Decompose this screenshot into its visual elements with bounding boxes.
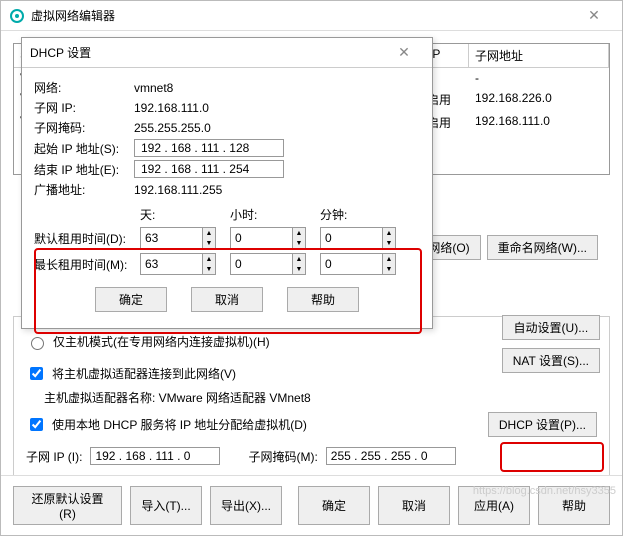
mask-value: 255.255.255.0 (134, 121, 211, 135)
th-subnet: 子网地址 (469, 44, 609, 68)
subnetip-label: 子网 IP: (34, 99, 134, 116)
subnet-ip-field[interactable]: 192 . 168 . 111 . 0 (90, 447, 220, 465)
ok-button[interactable]: 确定 (298, 486, 370, 525)
default-min-spinner[interactable]: ▲▼ (320, 227, 396, 249)
max-hour-spinner[interactable]: ▲▼ (230, 253, 306, 275)
dialog-help-button[interactable]: 帮助 (287, 287, 359, 312)
nat-settings-button[interactable]: NAT 设置(S)... (502, 348, 600, 373)
app-icon (9, 8, 25, 24)
subnet-mask-field[interactable]: 255 . 255 . 255 . 0 (326, 447, 456, 465)
max-day-spinner[interactable]: ▲▼ (140, 253, 216, 275)
day-header: 天: (140, 206, 230, 223)
net-label: 网络: (34, 79, 134, 96)
max-lease-label: 最长租用时间(M): (34, 256, 140, 273)
use-dhcp-checkbox[interactable] (30, 418, 43, 431)
startip-field[interactable]: 192 . 168 . 111 . 128 (134, 139, 284, 157)
net-value: vmnet8 (134, 81, 173, 95)
dhcp-settings-button[interactable]: DHCP 设置(P)... (488, 412, 597, 437)
subnet-mask-label: 子网掩码(M): (248, 448, 317, 465)
rename-network-button[interactable]: 重命名网络(W)... (487, 235, 598, 260)
dhcp-dialog: DHCP 设置 ✕ 网络:vmnet8 子网 IP:192.168.111.0 … (21, 37, 433, 329)
mask-label: 子网掩码: (34, 119, 134, 136)
default-day-spinner[interactable]: ▲▼ (140, 227, 216, 249)
dialog-close-icon[interactable]: ✕ (384, 44, 424, 61)
broadcast-value: 192.168.111.255 (134, 183, 222, 197)
apply-button[interactable]: 应用(A) (458, 486, 530, 525)
hostonly-label: 仅主机模式(在专用网络内连接虚拟机)(H) (53, 333, 270, 350)
subnetip-value: 192.168.111.0 (134, 101, 209, 115)
startip-label: 起始 IP 地址(S): (34, 140, 134, 157)
auto-settings-button[interactable]: 自动设置(U)... (502, 315, 600, 340)
endip-label: 结束 IP 地址(E): (34, 161, 134, 178)
help-button[interactable]: 帮助 (538, 486, 610, 525)
connect-host-checkbox[interactable] (30, 367, 43, 380)
endip-field[interactable]: 192 . 168 . 111 . 254 (134, 160, 284, 178)
restore-defaults-button[interactable]: 还原默认设置(R) (13, 486, 122, 525)
hour-header: 小时: (230, 206, 320, 223)
subnet-ip-label: 子网 IP (I): (26, 448, 82, 465)
main-titlebar: 虚拟网络编辑器 ✕ (1, 1, 622, 31)
host-adapter-label: 主机虚拟适配器名称: VMware 网络适配器 VMnet8 (44, 389, 597, 406)
hostonly-radio[interactable] (31, 337, 44, 350)
cancel-button[interactable]: 取消 (378, 486, 450, 525)
main-window: 虚拟网络编辑器 ✕ 名 HCP 子网地址 V - V 已启用 192.168.2… (0, 0, 623, 536)
default-lease-label: 默认租用时间(D): (34, 230, 140, 247)
close-icon[interactable]: ✕ (574, 7, 614, 24)
max-min-spinner[interactable]: ▲▼ (320, 253, 396, 275)
bottom-bar: 还原默认设置(R) 导入(T)... 导出(X)... 确定 取消 应用(A) … (1, 475, 622, 535)
export-button[interactable]: 导出(X)... (210, 486, 282, 525)
dialog-cancel-button[interactable]: 取消 (191, 287, 263, 312)
default-hour-spinner[interactable]: ▲▼ (230, 227, 306, 249)
dialog-ok-button[interactable]: 确定 (95, 287, 167, 312)
use-dhcp-label: 使用本地 DHCP 服务将 IP 地址分配给虚拟机(D) (52, 416, 307, 433)
minute-header: 分钟: (320, 206, 410, 223)
broadcast-label: 广播地址: (34, 181, 134, 198)
main-title: 虚拟网络编辑器 (31, 7, 115, 24)
dialog-title: DHCP 设置 (30, 44, 91, 61)
import-button[interactable]: 导入(T)... (130, 486, 202, 525)
connect-host-label: 将主机虚拟适配器连接到此网络(V) (52, 365, 236, 382)
